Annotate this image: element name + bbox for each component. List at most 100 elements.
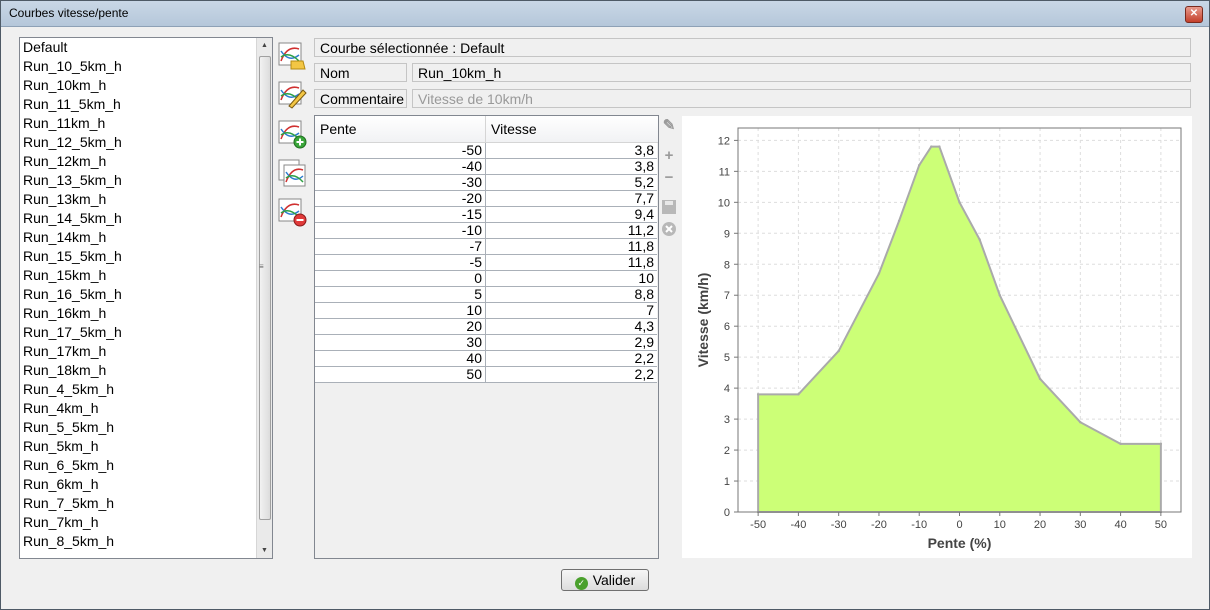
pente-cell[interactable]: 30: [315, 335, 486, 350]
curve-list-item[interactable]: Run_6_5km_h: [20, 456, 256, 475]
name-field[interactable]: Run_10km_h: [412, 63, 1191, 82]
pente-cell[interactable]: 5: [315, 287, 486, 302]
curve-list-item[interactable]: Default: [20, 38, 256, 57]
open-curve-button[interactable]: [277, 41, 307, 71]
pente-cell[interactable]: -5: [315, 255, 486, 270]
vitesse-cell[interactable]: 3,8: [486, 159, 657, 174]
column-header-vitesse[interactable]: Vitesse: [486, 116, 657, 142]
curve-list-item[interactable]: Run_18km_h: [20, 361, 256, 380]
scroll-down-icon[interactable]: ▼: [257, 543, 272, 558]
close-icon[interactable]: ✕: [1185, 6, 1203, 23]
curve-list-item[interactable]: Run_12_5km_h: [20, 133, 256, 152]
table-row[interactable]: -50 3,8: [315, 143, 657, 159]
table-row[interactable]: 5 8,8: [315, 287, 657, 303]
title-bar[interactable]: Courbes vitesse/pente ✕: [1, 1, 1209, 27]
curve-list-item[interactable]: Run_7_5km_h: [20, 494, 256, 513]
pente-cell[interactable]: -15: [315, 207, 486, 222]
minus-icon[interactable]: −: [660, 169, 678, 187]
curve-list-item[interactable]: Run_8_5km_h: [20, 532, 256, 551]
curve-list-item[interactable]: Run_17km_h: [20, 342, 256, 361]
curve-list-item[interactable]: Run_12km_h: [20, 152, 256, 171]
curve-list-item[interactable]: Run_14_5km_h: [20, 209, 256, 228]
pente-cell[interactable]: -30: [315, 175, 486, 190]
cancel-icon[interactable]: [660, 221, 678, 239]
vitesse-cell[interactable]: 11,8: [486, 239, 657, 254]
table-row[interactable]: 0 10: [315, 271, 657, 287]
data-point: [897, 219, 901, 223]
pente-cell[interactable]: 0: [315, 271, 486, 286]
comment-field[interactable]: Vitesse de 10km/h: [412, 89, 1191, 108]
curve-list-item[interactable]: Run_10_5km_h: [20, 57, 256, 76]
table-row[interactable]: 40 2,2: [315, 351, 657, 367]
curve-list-item[interactable]: Run_15km_h: [20, 266, 256, 285]
column-header-pente[interactable]: Pente: [315, 116, 486, 142]
vitesse-cell[interactable]: 5,2: [486, 175, 657, 190]
curve-list-item[interactable]: Run_16km_h: [20, 304, 256, 323]
edit-curve-button[interactable]: [277, 80, 307, 110]
pente-cell[interactable]: -20: [315, 191, 486, 206]
pente-cell[interactable]: 40: [315, 351, 486, 366]
list-scrollbar[interactable]: ▲ ≡ ▼: [256, 38, 272, 558]
curve-list-item[interactable]: Run_17_5km_h: [20, 323, 256, 342]
curve-list-item[interactable]: Run_16_5km_h: [20, 285, 256, 304]
curve-list-item[interactable]: Run_6km_h: [20, 475, 256, 494]
curve-list-item[interactable]: Run_15_5km_h: [20, 247, 256, 266]
curve-list-item[interactable]: Run_11_5km_h: [20, 95, 256, 114]
curve-list-item[interactable]: Run_14km_h: [20, 228, 256, 247]
vitesse-cell[interactable]: 2,2: [486, 367, 657, 382]
curve-list-item[interactable]: Run_4km_h: [20, 399, 256, 418]
vitesse-cell[interactable]: 2,9: [486, 335, 657, 350]
table-row[interactable]: 20 4,3: [315, 319, 657, 335]
table-row[interactable]: -30 5,2: [315, 175, 657, 191]
vitesse-cell[interactable]: 10: [486, 271, 657, 286]
table-row[interactable]: 10 7: [315, 303, 657, 319]
table-row[interactable]: -5 11,8: [315, 255, 657, 271]
pente-cell[interactable]: -10: [315, 223, 486, 238]
vitesse-cell[interactable]: 7,7: [486, 191, 657, 206]
vitesse-cell[interactable]: 8,8: [486, 287, 657, 302]
curve-list-item[interactable]: Run_7km_h: [20, 513, 256, 532]
curve-list-item[interactable]: Run_13km_h: [20, 190, 256, 209]
scroll-thumb[interactable]: [259, 56, 271, 520]
table-row[interactable]: -40 3,8: [315, 159, 657, 175]
vitesse-cell[interactable]: 2,2: [486, 351, 657, 366]
data-point: [998, 294, 1001, 297]
table-row[interactable]: -20 7,7: [315, 191, 657, 207]
pente-cell[interactable]: 10: [315, 303, 486, 318]
pente-cell[interactable]: -7: [315, 239, 486, 254]
add-curve-button[interactable]: [277, 119, 307, 149]
pencil-icon[interactable]: ✎: [660, 117, 678, 135]
curve-list[interactable]: Default Run_10_5km_h Run_10km_h Run_11_5km_…: [19, 37, 273, 559]
vitesse-cell[interactable]: 11,8: [486, 255, 657, 270]
table-row[interactable]: -15 9,4: [315, 207, 657, 223]
data-point: [1079, 420, 1082, 424]
delete-curve-button[interactable]: [277, 197, 307, 227]
vitesse-cell[interactable]: 4,3: [486, 319, 657, 334]
vitesse-cell[interactable]: 9,4: [486, 207, 657, 222]
pente-cell[interactable]: -50: [315, 143, 486, 158]
speed-slope-table[interactable]: Pente Vitesse -50 3,8 -40 3,8 -30 5,2 -20 7,7 -1…: [314, 115, 659, 559]
curve-list-item[interactable]: Run_4_5km_h: [20, 380, 256, 399]
table-row[interactable]: 50 2,2: [315, 367, 657, 383]
table-row[interactable]: -7 11,8: [315, 239, 657, 255]
y-tick-label: 3: [724, 414, 730, 426]
curve-list-item[interactable]: Run_13_5km_h: [20, 171, 256, 190]
scroll-up-icon[interactable]: ▲: [257, 38, 272, 53]
plus-icon[interactable]: +: [660, 147, 678, 165]
pente-cell[interactable]: 50: [315, 367, 486, 382]
vitesse-cell[interactable]: 3,8: [486, 143, 657, 158]
curve-list-item[interactable]: Run_11km_h: [20, 114, 256, 133]
curve-list-item[interactable]: Run_5_5km_h: [20, 418, 256, 437]
curve-list-item[interactable]: Run_10km_h: [20, 76, 256, 95]
copy-curve-button[interactable]: [277, 158, 307, 188]
table-row[interactable]: 30 2,9: [315, 335, 657, 351]
table-row[interactable]: -10 11,2: [315, 223, 657, 239]
vitesse-cell[interactable]: 11,2: [486, 223, 657, 238]
vitesse-cell[interactable]: 7: [486, 303, 657, 318]
curve-list-items: Default Run_10_5km_h Run_10km_h Run_11_5km_…: [20, 38, 256, 551]
pente-cell[interactable]: -40: [315, 159, 486, 174]
save-icon[interactable]: [660, 199, 678, 217]
validate-button[interactable]: ✓ Valider: [561, 569, 649, 591]
pente-cell[interactable]: 20: [315, 319, 486, 334]
curve-list-item[interactable]: Run_5km_h: [20, 437, 256, 456]
